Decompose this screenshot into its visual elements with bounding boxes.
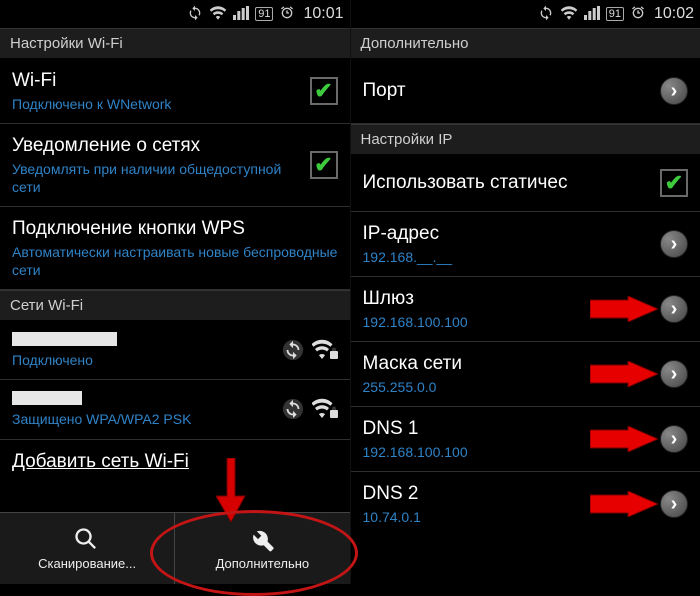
row-network-1[interactable]: Защищено WPA/WPA2 PSK [0, 380, 350, 439]
wifi-secure-icon [312, 339, 338, 361]
row-sub: 192.168.100.100 [363, 443, 653, 461]
section-wifi-settings: Настройки Wi-Fi [0, 28, 350, 59]
row-title: IP-адрес [363, 222, 653, 246]
row-wps[interactable]: Подключение кнопки WPS Автоматически нас… [0, 207, 350, 290]
signal-icon [584, 6, 600, 23]
menu-label: Сканирование... [38, 556, 136, 571]
row-title: Уведомление о сетях [12, 134, 302, 158]
battery-indicator: 91 [606, 7, 624, 21]
row-sub: Подключено [12, 351, 274, 369]
wifi-icon [209, 6, 227, 23]
sync-icon [282, 398, 304, 420]
left-screen: 91 10:01 Настройки Wi-Fi Wi-Fi Подключен… [0, 0, 350, 584]
row-title: DNS 2 [363, 482, 653, 506]
row-network-notify[interactable]: Уведомление о сетях Уведомлять при налич… [0, 124, 350, 207]
row-netmask[interactable]: Маска сети 255.255.0.0 [351, 342, 700, 407]
checkbox-static[interactable] [660, 169, 688, 197]
row-add-network[interactable]: Добавить сеть Wi-Fi [0, 440, 350, 484]
sync-icon [282, 339, 304, 361]
chevron-icon [660, 295, 688, 323]
sync-icon [187, 5, 203, 24]
row-sub: 10.74.0.1 [363, 508, 653, 526]
alarm-icon [279, 5, 295, 24]
row-title: Порт [363, 79, 653, 103]
row-network-0[interactable]: Подключено [0, 321, 350, 380]
right-screen: 91 10:02 Дополнительно Порт Настройки IP… [350, 0, 700, 584]
signal-icon [233, 6, 249, 23]
section-advanced: Дополнительно [351, 28, 700, 59]
options-menu: Сканирование... Дополнительно [0, 512, 350, 584]
row-title: Маска сети [363, 352, 653, 376]
menu-scan[interactable]: Сканирование... [0, 513, 174, 584]
row-sub: Автоматически настраивать новые беспрово… [12, 243, 338, 279]
row-title: Шлюз [363, 287, 653, 311]
battery-indicator: 91 [255, 7, 273, 21]
row-sub: 192.168.100.100 [363, 313, 653, 331]
row-port[interactable]: Порт [351, 59, 700, 124]
chevron-icon [660, 425, 688, 453]
sync-icon [538, 5, 554, 24]
menu-advanced[interactable]: Дополнительно [174, 513, 349, 584]
row-dns1[interactable]: DNS 1 192.168.100.100 [351, 407, 700, 472]
row-title: Wi-Fi [12, 69, 302, 93]
row-title: Подключение кнопки WPS [12, 217, 338, 241]
chevron-icon [660, 490, 688, 518]
row-sub: 255.255.0.0 [363, 378, 653, 396]
row-sub: Уведомлять при наличии общедоступной сет… [12, 160, 302, 196]
row-gateway[interactable]: Шлюз 192.168.100.100 [351, 277, 700, 342]
ssid-redacted [12, 332, 117, 346]
menu-label: Дополнительно [216, 556, 310, 571]
alarm-icon [630, 5, 646, 24]
row-dns2[interactable]: DNS 2 10.74.0.1 [351, 472, 700, 536]
chevron-icon [660, 77, 688, 105]
row-sub: 192.168.__.__ [363, 248, 653, 266]
row-wifi-toggle[interactable]: Wi-Fi Подключено к WNetwork [0, 59, 350, 124]
row-sub: Подключено к WNetwork [12, 95, 302, 113]
chevron-icon [660, 230, 688, 258]
chevron-icon [660, 360, 688, 388]
section-ip-settings: Настройки IP [351, 124, 700, 155]
row-title: DNS 1 [363, 417, 653, 441]
clock: 10:01 [303, 5, 343, 23]
status-bar: 91 10:02 [351, 0, 700, 28]
wifi-secure-icon [312, 398, 338, 420]
row-ip-address[interactable]: IP-адрес 192.168.__.__ [351, 212, 700, 277]
section-networks: Сети Wi-Fi [0, 290, 350, 321]
ssid-redacted [12, 391, 82, 405]
row-title: Использовать статичес [363, 171, 653, 195]
checkbox-wifi[interactable] [310, 77, 338, 105]
clock: 10:02 [654, 5, 694, 23]
wifi-icon [560, 6, 578, 23]
row-static-ip[interactable]: Использовать статичес [351, 155, 700, 212]
checkbox-notify[interactable] [310, 151, 338, 179]
row-title: Добавить сеть Wi-Fi [12, 450, 338, 474]
row-sub: Защищено WPA/WPA2 PSK [12, 410, 274, 428]
status-bar: 91 10:01 [0, 0, 350, 28]
